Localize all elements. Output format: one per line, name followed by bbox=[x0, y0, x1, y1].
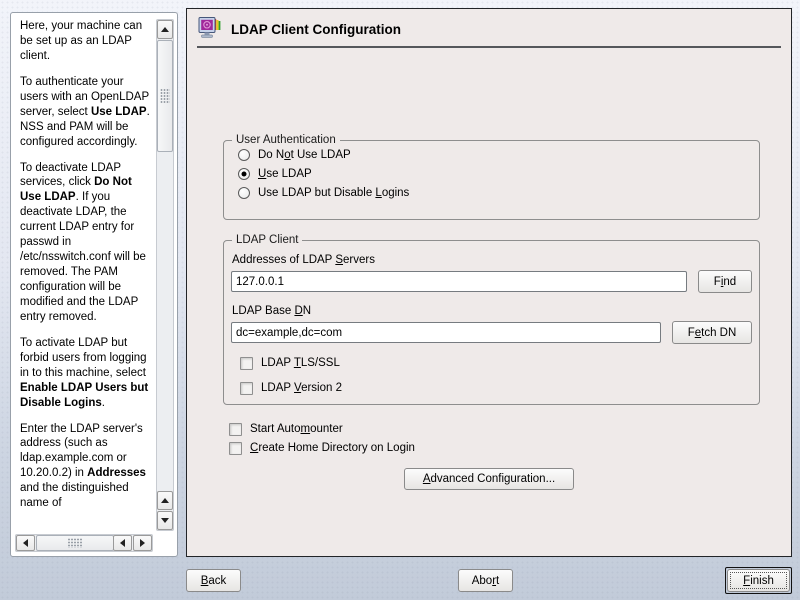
checkbox-start-automounter[interactable]: Start Automounter bbox=[229, 421, 343, 437]
radio-use-ldap[interactable]: Use LDAP bbox=[238, 167, 753, 181]
radio-button-icon bbox=[238, 187, 250, 199]
checkbox-label: LDAP Version 2 bbox=[261, 382, 342, 394]
vertical-scrollbar[interactable] bbox=[156, 19, 174, 531]
ldap-basedn-label: LDAP Base DN bbox=[232, 305, 312, 317]
arrow-down-icon bbox=[161, 518, 169, 523]
checkbox-icon bbox=[229, 422, 242, 436]
scroll-up-button[interactable] bbox=[157, 20, 173, 39]
title-separator bbox=[197, 46, 781, 48]
advanced-configuration-button[interactable]: Advanced Configuration... bbox=[404, 468, 574, 490]
checkbox-ldap-version-2[interactable]: LDAP Version 2 bbox=[240, 380, 753, 396]
user-authentication-legend: User Authentication bbox=[236, 134, 336, 146]
scroll-right-button[interactable] bbox=[133, 535, 152, 551]
page-title: LDAP Client Configuration bbox=[231, 21, 401, 37]
user-authentication-group: User Authentication Do Not Use LDAP Use … bbox=[223, 134, 760, 220]
arrow-up-icon bbox=[161, 27, 169, 32]
arrow-right-icon bbox=[140, 539, 145, 547]
ldap-computer-icon bbox=[198, 16, 221, 38]
arrow-up-icon bbox=[161, 498, 169, 503]
find-button[interactable]: Find bbox=[698, 270, 752, 293]
ldap-basedn-input[interactable] bbox=[231, 322, 661, 343]
checkbox-label: Start Automounter bbox=[250, 423, 343, 435]
scroll-left-button[interactable] bbox=[16, 535, 35, 551]
ldap-servers-row: Find bbox=[231, 270, 752, 293]
checkbox-create-home-directory[interactable]: Create Home Directory on Login bbox=[229, 440, 415, 456]
checkbox-ldap-tls-ssl[interactable]: LDAP TLS/SSL bbox=[240, 355, 753, 371]
radio-label: Do Not Use LDAP bbox=[258, 149, 351, 161]
ldap-client-group: LDAP Client Addresses of LDAP Servers Fi… bbox=[223, 234, 760, 405]
radio-do-not-use-ldap[interactable]: Do Not Use LDAP bbox=[238, 148, 753, 162]
scroll-down-button[interactable] bbox=[157, 511, 173, 530]
scroll-up-button-bottom[interactable] bbox=[157, 491, 173, 510]
abort-button[interactable]: Abort bbox=[458, 569, 513, 592]
page-header: LDAP Client Configuration bbox=[198, 14, 401, 44]
horizontal-scroll-thumb[interactable] bbox=[36, 535, 114, 551]
vertical-scroll-thumb[interactable] bbox=[157, 40, 173, 152]
checkbox-icon bbox=[229, 441, 242, 455]
ldap-basedn-row: Fetch DN bbox=[231, 321, 752, 344]
ldap-servers-label: Addresses of LDAP Servers bbox=[232, 254, 375, 266]
radio-button-icon bbox=[238, 168, 250, 180]
checkbox-icon bbox=[240, 356, 253, 370]
radio-use-ldap-disable-logins[interactable]: Use LDAP but Disable Logins bbox=[238, 186, 753, 200]
checkbox-label: Create Home Directory on Login bbox=[250, 442, 415, 454]
scroll-left-button-right[interactable] bbox=[113, 535, 132, 551]
checkbox-label: LDAP TLS/SSL bbox=[261, 357, 340, 369]
ldap-servers-input[interactable] bbox=[231, 271, 687, 292]
fetch-dn-button[interactable]: Fetch DN bbox=[672, 321, 752, 344]
checkbox-icon bbox=[240, 381, 253, 395]
horizontal-scrollbar[interactable] bbox=[15, 534, 153, 552]
yast-window: Here, your machine can be set up as an L… bbox=[0, 0, 800, 600]
help-text: Here, your machine can be set up as an L… bbox=[20, 20, 150, 510]
radio-label: Use LDAP but Disable Logins bbox=[258, 187, 410, 199]
scroll-grip-icon bbox=[160, 88, 170, 104]
finish-button[interactable]: Finish bbox=[727, 569, 790, 592]
ldap-client-legend: LDAP Client bbox=[236, 234, 299, 246]
back-button[interactable]: Back bbox=[186, 569, 241, 592]
finish-button-default-frame: Finish bbox=[725, 567, 792, 594]
scroll-grip-icon bbox=[67, 538, 83, 548]
help-panel: Here, your machine can be set up as an L… bbox=[10, 12, 178, 557]
arrow-left-icon bbox=[120, 539, 125, 547]
radio-button-icon bbox=[238, 149, 250, 161]
arrow-left-icon bbox=[23, 539, 28, 547]
main-panel: LDAP Client Configuration User Authentic… bbox=[186, 8, 792, 557]
radio-label: Use LDAP bbox=[258, 168, 312, 180]
